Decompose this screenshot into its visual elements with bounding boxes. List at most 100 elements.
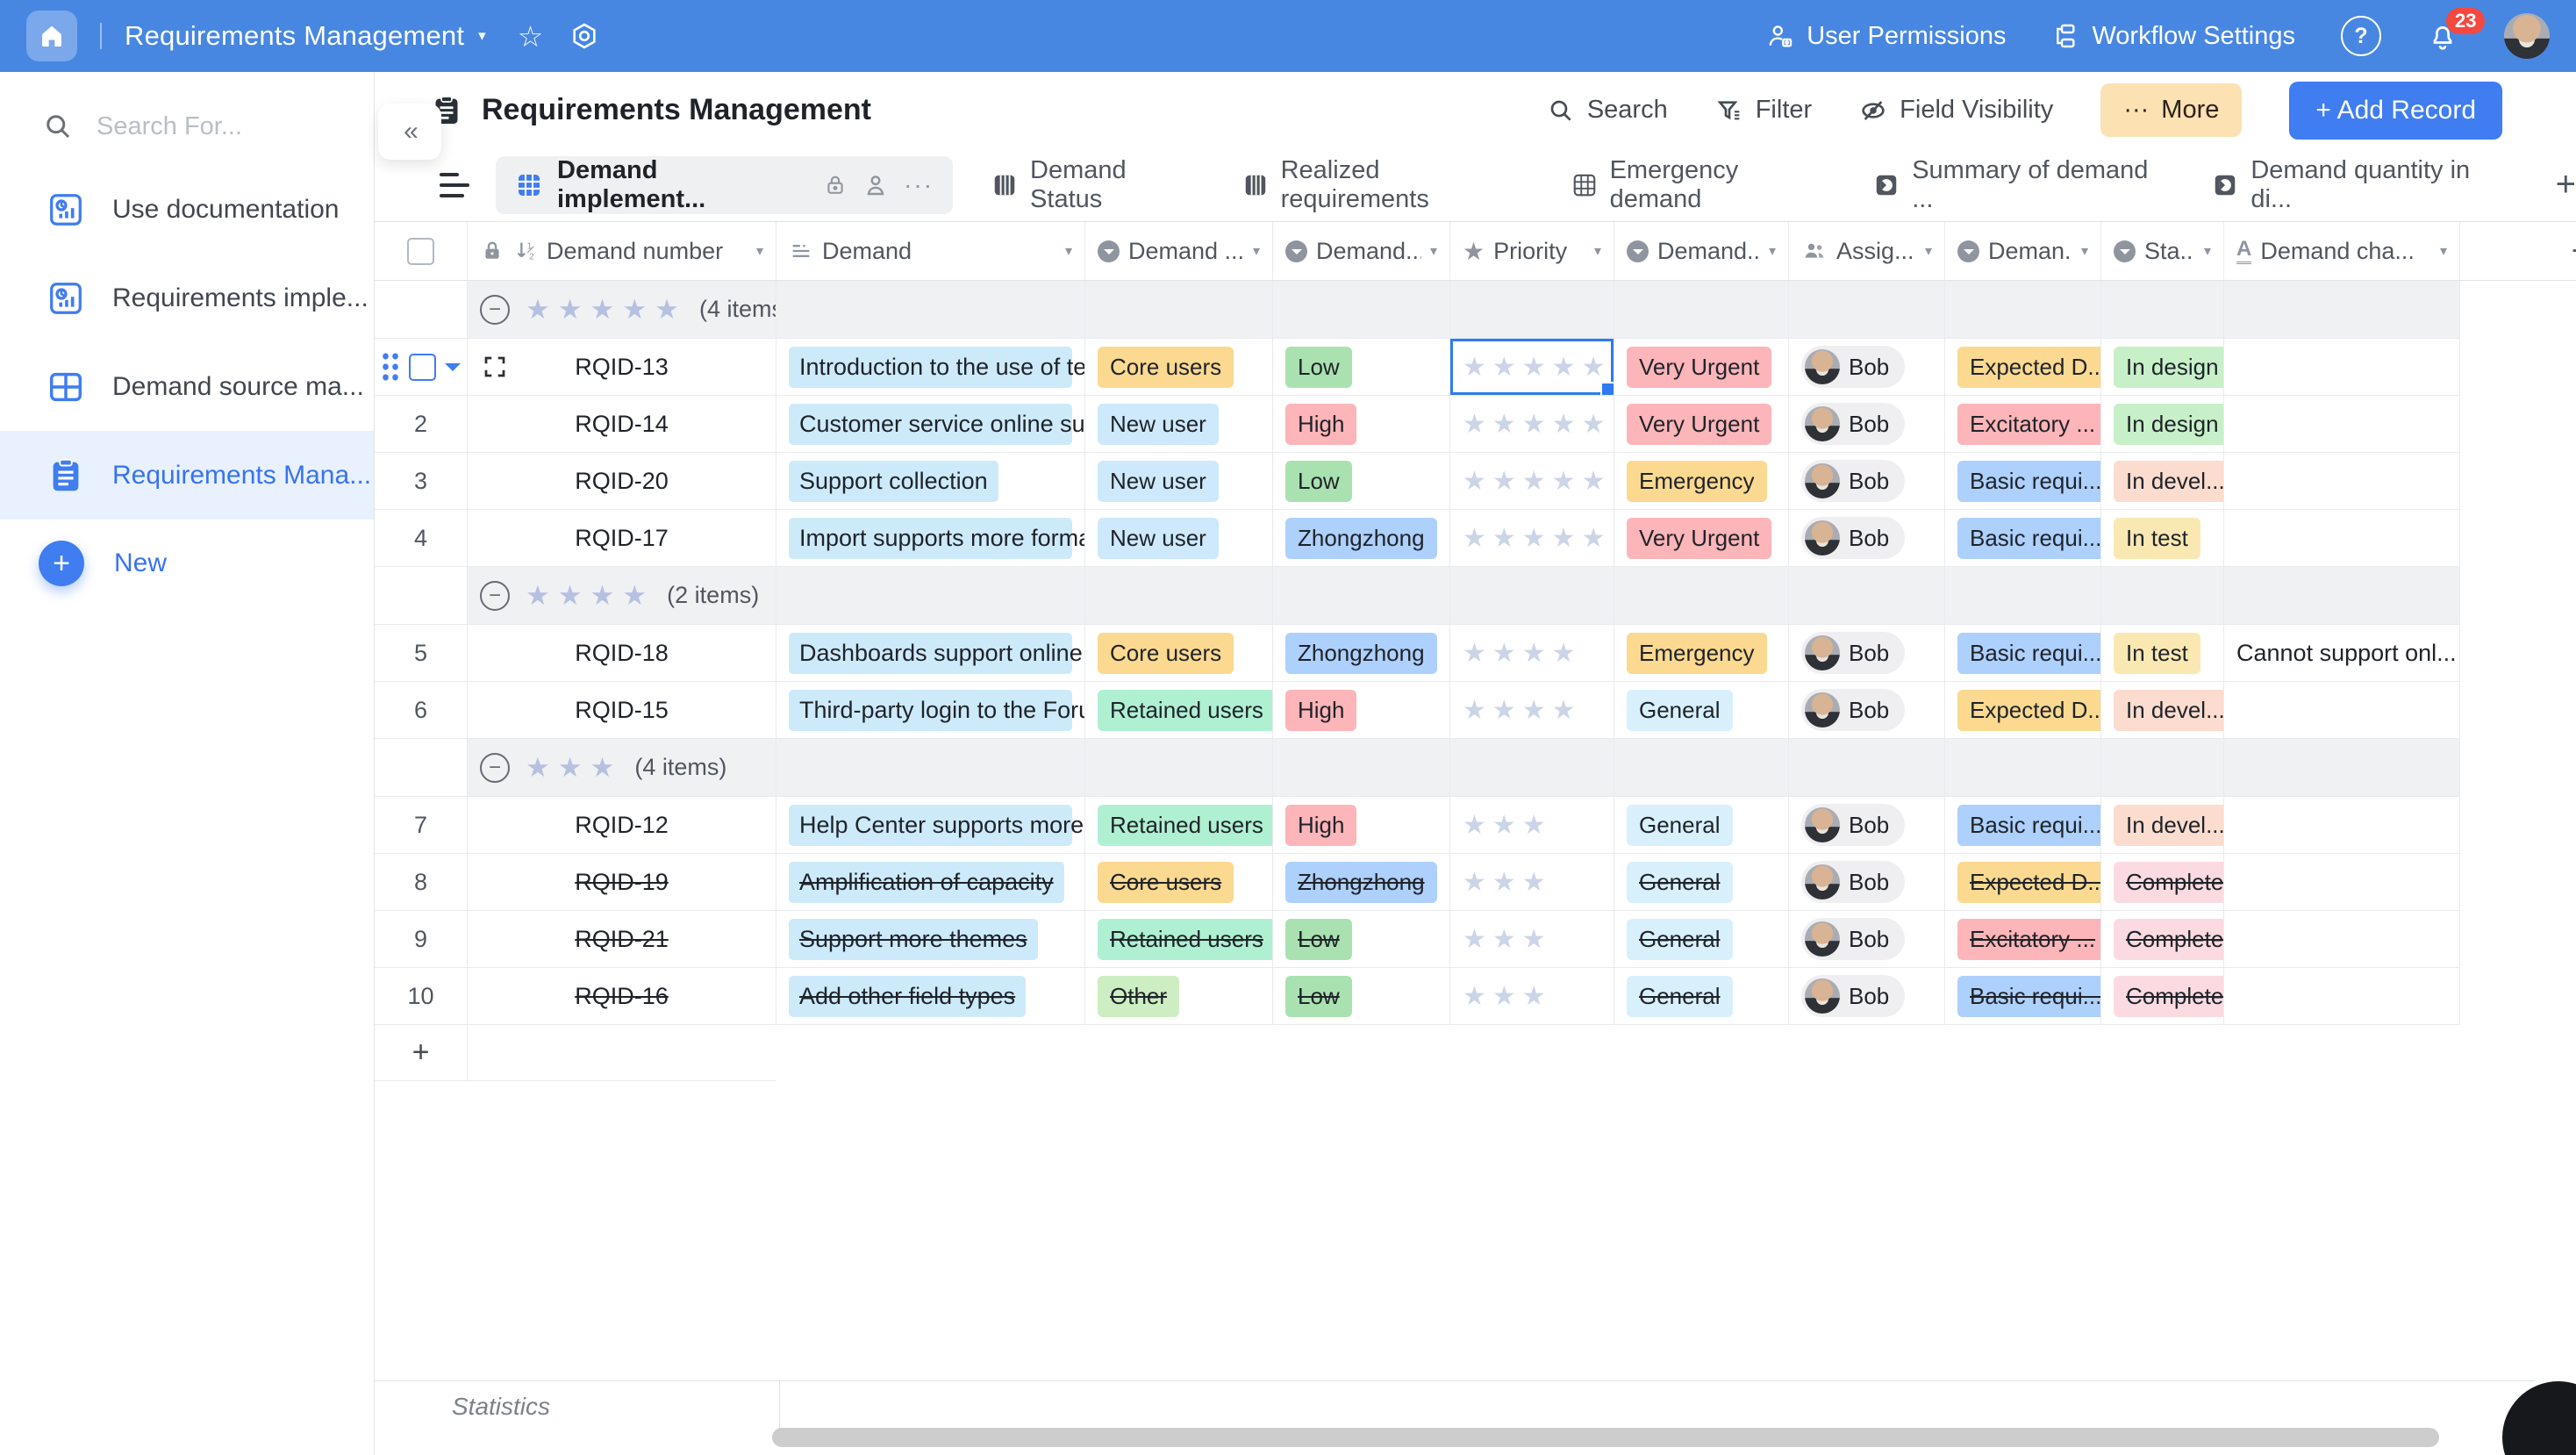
collapse-group-button[interactable]: −: [480, 295, 510, 325]
tab-more-icon[interactable]: ···: [904, 171, 934, 199]
statistics-bar[interactable]: Statistics: [375, 1380, 2576, 1431]
demand-cell[interactable]: Amplification of capacity: [776, 854, 1085, 911]
record-id-cell[interactable]: RQID-17: [468, 510, 776, 567]
status-cell[interactable]: In devel...: [2101, 682, 2224, 739]
column-header-status[interactable]: Sta... ▾: [2101, 222, 2224, 281]
status-cell[interactable]: Complete: [2101, 911, 2224, 968]
user-type-cell[interactable]: Core users: [1085, 625, 1273, 682]
status-cell[interactable]: Complete: [2101, 968, 2224, 1025]
user-permissions-button[interactable]: User Permissions: [1766, 22, 2006, 51]
demand-level-cell[interactable]: Zhongzhong: [1273, 854, 1450, 911]
note-cell[interactable]: [2224, 453, 2460, 510]
row-number-cell[interactable]: 7: [375, 797, 468, 854]
status-cell[interactable]: In devel...: [2101, 453, 2224, 510]
column-header-demand-type[interactable]: Deman... ▾: [1945, 222, 2101, 281]
row-number-cell[interactable]: 3: [375, 453, 468, 510]
assignee-cell[interactable]: Bob: [1789, 625, 1945, 682]
user-type-cell[interactable]: Other: [1085, 968, 1273, 1025]
new-button[interactable]: + New: [0, 541, 374, 586]
assignee-cell[interactable]: Bob: [1789, 510, 1945, 567]
chevron-down-icon[interactable]: ▾: [1065, 242, 1072, 260]
status-cell[interactable]: Complete: [2101, 854, 2224, 911]
user-type-cell[interactable]: Core users: [1085, 339, 1273, 396]
tab-realized-requirements[interactable]: Realized requirements: [1242, 156, 1533, 214]
add-record-button[interactable]: + Add Record: [2289, 82, 2502, 140]
row-number-cell[interactable]: [375, 339, 468, 396]
column-header-demand-level[interactable]: Demand... ▾: [1273, 222, 1450, 281]
priority-cell[interactable]: ★★★★★: [1450, 339, 1614, 396]
demand-cell[interactable]: Support collection: [776, 453, 1085, 510]
demand-level-cell[interactable]: Low: [1273, 339, 1450, 396]
assignee-cell[interactable]: Bob: [1789, 682, 1945, 739]
user-type-cell[interactable]: Retained users: [1085, 682, 1273, 739]
note-cell[interactable]: [2224, 510, 2460, 567]
add-row-extension[interactable]: [468, 1025, 776, 1081]
notifications-button[interactable]: 23: [2427, 20, 2458, 52]
chevron-down-icon[interactable]: ▾: [1253, 242, 1260, 260]
selection-fill-handle[interactable]: [1600, 382, 1614, 396]
workflow-settings-button[interactable]: Workflow Settings: [2051, 22, 2295, 51]
note-cell[interactable]: [2224, 339, 2460, 396]
record-id-cell[interactable]: RQID-20: [468, 453, 776, 510]
demand-type-cell[interactable]: Excitatory ...: [1945, 911, 2101, 968]
note-cell[interactable]: [2224, 968, 2460, 1025]
row-caret-icon[interactable]: [445, 363, 461, 379]
column-header-demand-channel[interactable]: A Demand cha... ▾: [2224, 222, 2460, 281]
demand-cell[interactable]: Third-party login to the Forum: [776, 682, 1085, 739]
row-number-cell[interactable]: 2: [375, 396, 468, 453]
row-number-cell[interactable]: 5: [375, 625, 468, 682]
note-cell[interactable]: [2224, 682, 2460, 739]
chevron-down-icon[interactable]: ▾: [2440, 242, 2447, 260]
column-header-assignee[interactable]: Assig... ▾: [1789, 222, 1945, 281]
row-drag-handle[interactable]: [381, 351, 400, 383]
demand-type-cell[interactable]: Basic requi...: [1945, 797, 2101, 854]
record-id-cell[interactable]: RQID-16: [468, 968, 776, 1025]
sidebar-item-demand-source[interactable]: Demand source ma...: [0, 342, 374, 431]
row-number-cell[interactable]: 4: [375, 510, 468, 567]
demand-cell[interactable]: Import supports more formats: [776, 510, 1085, 567]
user-type-cell[interactable]: Retained users: [1085, 911, 1273, 968]
collapse-sidebar-button[interactable]: «: [378, 104, 441, 160]
assignee-cell[interactable]: Bob: [1789, 396, 1945, 453]
tab-demand-status[interactable]: Demand Status: [991, 156, 1204, 214]
column-header-demand-number[interactable]: 12 Demand number ▾: [468, 222, 776, 281]
home-button[interactable]: [26, 11, 77, 61]
record-id-cell[interactable]: RQID-21: [468, 911, 776, 968]
urgency-cell[interactable]: General: [1614, 854, 1789, 911]
demand-level-cell[interactable]: Low: [1273, 911, 1450, 968]
demand-type-cell[interactable]: Expected D...: [1945, 682, 2101, 739]
assignee-cell[interactable]: Bob: [1789, 453, 1945, 510]
urgency-cell[interactable]: General: [1614, 968, 1789, 1025]
assignee-cell[interactable]: Bob: [1789, 797, 1945, 854]
note-cell[interactable]: [2224, 854, 2460, 911]
urgency-cell[interactable]: Very Urgent: [1614, 510, 1789, 567]
demand-type-cell[interactable]: Basic requi...: [1945, 510, 2101, 567]
chevron-down-icon[interactable]: ▾: [1925, 242, 1932, 260]
priority-cell[interactable]: ★★★: [1450, 797, 1614, 854]
tab-summary-of-demand[interactable]: Summary of demand ...: [1873, 156, 2173, 214]
favorite-star-icon[interactable]: ☆: [518, 22, 544, 51]
demand-level-cell[interactable]: Low: [1273, 453, 1450, 510]
more-button[interactable]: ··· More: [2100, 83, 2242, 137]
user-type-cell[interactable]: New user: [1085, 510, 1273, 567]
chevron-down-icon[interactable]: ▾: [1769, 242, 1776, 260]
demand-level-cell[interactable]: Low: [1273, 968, 1450, 1025]
workspace-settings-icon[interactable]: [569, 21, 599, 51]
priority-cell[interactable]: ★★★: [1450, 854, 1614, 911]
select-all-checkbox[interactable]: [407, 238, 434, 265]
note-cell[interactable]: [2224, 396, 2460, 453]
demand-type-cell[interactable]: Expected D...: [1945, 339, 2101, 396]
column-header-add-field[interactable]: +: [2460, 222, 2576, 281]
help-button[interactable]: ?: [2341, 16, 2381, 56]
demand-cell[interactable]: Support more themes: [776, 911, 1085, 968]
record-id-cell[interactable]: RQID-12: [468, 797, 776, 854]
urgency-cell[interactable]: General: [1614, 911, 1789, 968]
demand-level-cell[interactable]: Zhongzhong: [1273, 510, 1450, 567]
collapse-group-button[interactable]: −: [480, 753, 510, 783]
tab-emergency-demand[interactable]: Emergency demand: [1571, 156, 1835, 214]
chevron-down-icon[interactable]: ▾: [1430, 242, 1437, 260]
assignee-cell[interactable]: Bob: [1789, 339, 1945, 396]
demand-cell[interactable]: Customer service online supp: [776, 396, 1085, 453]
demand-cell[interactable]: Dashboards support online ed: [776, 625, 1085, 682]
workspace-title-dropdown[interactable]: Requirements Management ▾: [125, 20, 486, 52]
